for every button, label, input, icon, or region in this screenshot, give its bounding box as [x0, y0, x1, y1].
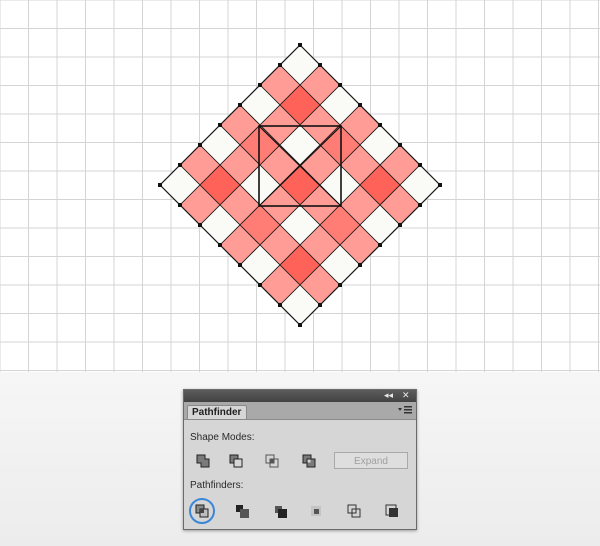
anchor-point: [278, 303, 282, 307]
pathfinder-panel: ◂◂ ✕ Pathfinder Shape Modes: Expand Path…: [183, 389, 417, 530]
divide-icon: [195, 504, 209, 518]
anchor-point: [298, 43, 302, 47]
collapse-icon[interactable]: ◂◂: [384, 390, 393, 402]
expand-button[interactable]: Expand: [334, 452, 408, 469]
intersect-button[interactable]: [263, 452, 283, 470]
panel-menu-icon[interactable]: [398, 405, 412, 415]
anchor-point: [258, 83, 262, 87]
tab-pathfinder[interactable]: Pathfinder: [187, 405, 247, 419]
anchor-point: [318, 303, 322, 307]
minus-back-button[interactable]: [383, 502, 403, 520]
unite-icon: [196, 454, 210, 468]
anchor-point: [158, 183, 162, 187]
anchor-point: [198, 223, 202, 227]
anchor-point: [438, 183, 442, 187]
minus-front-icon: [229, 454, 243, 468]
anchor-point: [338, 283, 342, 287]
anchor-point: [218, 123, 222, 127]
artwork: [0, 0, 600, 372]
exclude-icon: [302, 454, 316, 468]
panel-tab-row: Pathfinder: [184, 402, 416, 420]
outline-icon: [347, 504, 361, 518]
anchor-point: [338, 83, 342, 87]
anchor-point: [418, 163, 422, 167]
crop-button[interactable]: [307, 502, 327, 520]
anchor-point: [398, 223, 402, 227]
outline-button[interactable]: [345, 502, 365, 520]
crop-icon: [311, 506, 321, 516]
anchor-point: [218, 243, 222, 247]
anchor-point: [358, 103, 362, 107]
intersect-icon: [265, 454, 279, 468]
panel-titlebar[interactable]: ◂◂ ✕: [184, 390, 416, 402]
anchor-point: [238, 103, 242, 107]
anchor-point: [258, 283, 262, 287]
anchor-point: [378, 123, 382, 127]
artboard-canvas[interactable]: [0, 0, 600, 372]
exclude-button[interactable]: [300, 452, 320, 470]
anchor-point: [278, 63, 282, 67]
anchor-point: [178, 163, 182, 167]
merge-icon: [275, 506, 287, 518]
anchor-point: [418, 203, 422, 207]
anchor-point: [358, 263, 362, 267]
anchor-point: [298, 323, 302, 327]
anchor-point: [238, 263, 242, 267]
trim-icon: [236, 505, 249, 518]
unite-button[interactable]: [194, 452, 214, 470]
merge-button[interactable]: [271, 502, 291, 520]
anchor-point: [178, 203, 182, 207]
close-icon[interactable]: ✕: [402, 390, 410, 402]
anchor-point: [318, 63, 322, 67]
anchor-point: [398, 143, 402, 147]
minus-front-button[interactable]: [227, 452, 247, 470]
minus-back-icon: [385, 504, 398, 517]
shape-modes-label: Shape Modes:: [190, 432, 255, 443]
anchor-point: [198, 143, 202, 147]
anchor-point: [378, 243, 382, 247]
trim-button[interactable]: [233, 502, 253, 520]
divide-button[interactable]: [193, 502, 213, 520]
pathfinders-label: Pathfinders:: [190, 480, 244, 491]
